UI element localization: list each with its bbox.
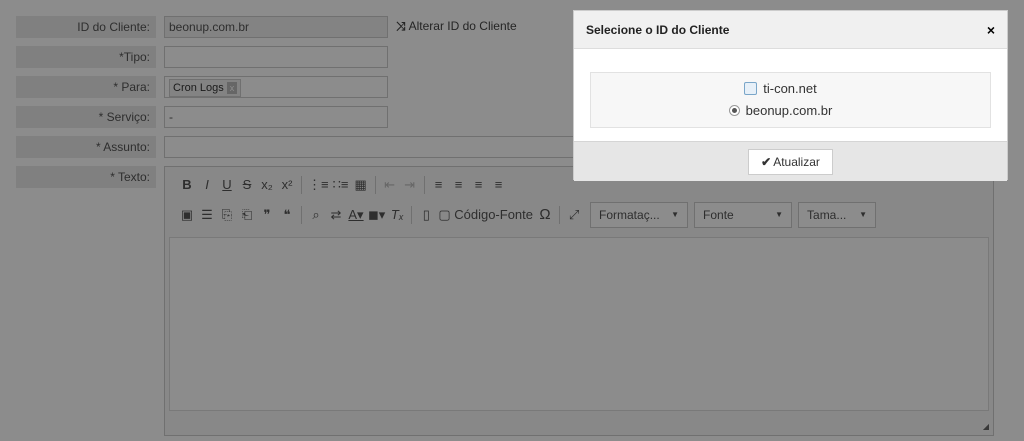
checkbox-icon[interactable] [744,81,758,95]
modal-header: Selecione o ID do Cliente × [574,11,1007,49]
update-button[interactable]: ✔ Atualizar [748,148,833,175]
option-ti-con[interactable]: ti-con.net [571,77,990,99]
modal-footer: ✔ Atualizar [574,141,1007,181]
modal-title: Selecione o ID do Cliente [586,22,730,37]
modal-body: ti-con.net beonup.com.br [574,49,1007,141]
option-label: beonup.com.br [745,102,833,118]
option-beonup[interactable]: beonup.com.br [571,99,990,121]
update-button-label: Atualizar [773,154,820,169]
select-client-modal: Selecione o ID do Cliente × ti-con.net b… [573,10,1008,181]
close-icon[interactable]: × [987,22,995,38]
check-icon: ✔ [761,154,772,169]
client-options: ti-con.net beonup.com.br [590,72,991,128]
radio-selected-icon[interactable] [728,104,740,116]
option-label: ti-con.net [763,80,817,96]
